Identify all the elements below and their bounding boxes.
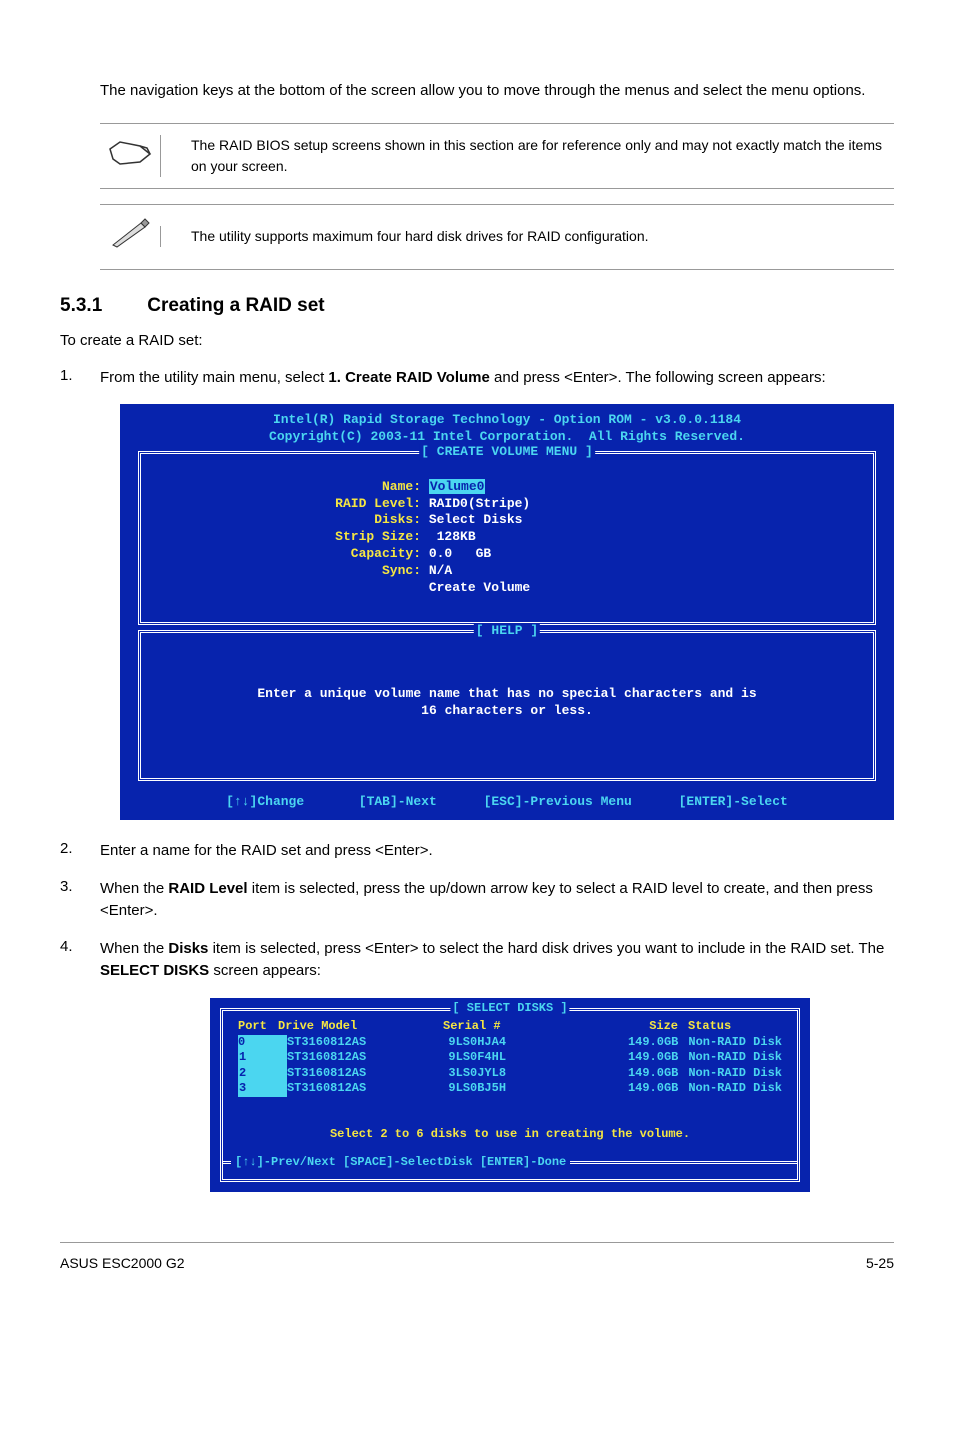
footer-page-number: 5-25: [866, 1255, 894, 1271]
help-box: [ HELP ] Enter a unique volume name that…: [138, 630, 876, 781]
step-number: 4.: [60, 938, 100, 983]
create-volume-menu-box: [ CREATE VOLUME MENU ] Name: Volume0 RAI…: [138, 451, 876, 625]
cell-model: ST3160812AS: [287, 1066, 448, 1082]
cell-size: 149.0GB: [585, 1081, 678, 1097]
step-text: item is selected, press <Enter> to selec…: [208, 940, 884, 957]
cell-port: 2: [238, 1066, 287, 1082]
step-number: 2.: [60, 840, 100, 863]
step-1: 1. From the utility main menu, select 1.…: [60, 367, 894, 390]
hand-icon: [105, 134, 160, 178]
step-bold: SELECT DISKS: [100, 962, 209, 979]
col-status: Status: [678, 1019, 782, 1035]
step-2: 2. Enter a name for the RAID set and pre…: [60, 840, 894, 863]
field-value-strip-size[interactable]: 128KB: [429, 529, 476, 544]
table-row[interactable]: 1ST3160812AS9LS0F4HL149.0GBNon-RAID Disk: [238, 1050, 782, 1066]
box-title: [ SELECT DISKS ]: [450, 1001, 569, 1017]
field-label-sync: Sync:: [156, 563, 421, 580]
step-text: and press <Enter>. The following screen …: [490, 369, 826, 386]
bios-nav-hints: [↑↓]Change [TAB]-Next [ESC]-Previous Men…: [128, 786, 886, 813]
bios-create-volume-screen: Intel(R) Rapid Storage Technology - Opti…: [120, 404, 894, 820]
field-label-disks: Disks:: [156, 512, 421, 529]
col-model: Drive Model: [278, 1019, 443, 1035]
section-title: Creating a RAID set: [147, 295, 324, 317]
cell-serial: 9LS0BJ5H: [448, 1081, 585, 1097]
step-number: 3.: [60, 878, 100, 923]
section-number: 5.3.1: [60, 295, 102, 317]
field-value-disks[interactable]: Select Disks: [429, 512, 523, 527]
cell-size: 149.0GB: [585, 1066, 678, 1082]
note-reference: The RAID BIOS setup screens shown in thi…: [100, 123, 894, 189]
cell-port: 1: [238, 1050, 287, 1066]
col-serial: Serial #: [443, 1019, 583, 1035]
table-row[interactable]: 3ST3160812AS9LS0BJ5H149.0GBNon-RAID Disk: [238, 1081, 782, 1097]
step-text: From the utility main menu, select: [100, 369, 328, 386]
section-heading: 5.3.1 Creating a RAID set: [60, 295, 894, 317]
field-value-raid-level[interactable]: RAID0(Stripe): [429, 496, 530, 511]
cell-status: Non-RAID Disk: [678, 1035, 782, 1051]
step-number: 1.: [60, 367, 100, 390]
field-label-name: Name:: [156, 479, 421, 496]
step-bold: RAID Level: [168, 880, 247, 897]
field-value-capacity[interactable]: 0.0 GB: [429, 546, 491, 561]
step-3: 3. When the RAID Level item is selected,…: [60, 878, 894, 923]
box-title: [ HELP ]: [474, 623, 540, 640]
box-title: [ CREATE VOLUME MENU ]: [419, 444, 595, 461]
field-label-capacity: Capacity:: [156, 546, 421, 563]
cell-port: 0: [238, 1035, 287, 1051]
field-label-raid-level: RAID Level:: [156, 496, 421, 513]
note-text: The RAID BIOS setup screens shown in thi…: [160, 135, 889, 177]
step-bold: Disks: [168, 940, 208, 957]
step-text: screen appears:: [209, 962, 321, 979]
bios-select-disks-screen: [ SELECT DISKS ] PortDrive ModelSerial #…: [210, 998, 810, 1192]
step-text: When the: [100, 880, 168, 897]
intro-paragraph: The navigation keys at the bottom of the…: [100, 80, 894, 103]
col-size: Size: [583, 1019, 678, 1035]
select-hint: Select 2 to 6 disks to use in creating t…: [238, 1097, 782, 1161]
cell-size: 149.0GB: [585, 1035, 678, 1051]
pen-icon: [105, 215, 160, 259]
step-bold: 1. Create RAID Volume: [328, 369, 489, 386]
table-header-row: PortDrive ModelSerial #SizeStatus: [238, 1019, 782, 1035]
step-text: When the: [100, 940, 168, 957]
note-text: The utility supports maximum four hard d…: [160, 226, 649, 247]
field-label-strip-size: Strip Size:: [156, 529, 421, 546]
cell-model: ST3160812AS: [287, 1035, 448, 1051]
cell-port: 3: [238, 1081, 287, 1097]
help-text: Enter a unique volume name that has no s…: [156, 641, 858, 770]
cell-model: ST3160812AS: [287, 1081, 448, 1097]
field-value-sync: N/A: [429, 563, 452, 578]
intro-line: To create a RAID set:: [60, 332, 894, 349]
cell-status: Non-RAID Disk: [678, 1050, 782, 1066]
step-text: Enter a name for the RAID set and press …: [100, 840, 894, 863]
cell-size: 149.0GB: [585, 1050, 678, 1066]
disks-footer: [↑↓]-Prev/Next [SPACE]-SelectDisk [ENTER…: [223, 1161, 797, 1180]
create-volume-action[interactable]: Create Volume: [429, 580, 530, 595]
cell-serial: 3LS0JYL8: [448, 1066, 585, 1082]
page-footer: ASUS ESC2000 G2 5-25: [60, 1242, 894, 1271]
select-disks-box: [ SELECT DISKS ] PortDrive ModelSerial #…: [220, 1008, 800, 1182]
bios-header: Intel(R) Rapid Storage Technology - Opti…: [128, 412, 886, 446]
table-row[interactable]: 2ST3160812AS3LS0JYL8149.0GBNon-RAID Disk: [238, 1066, 782, 1082]
cell-status: Non-RAID Disk: [678, 1066, 782, 1082]
cell-model: ST3160812AS: [287, 1050, 448, 1066]
bios-nav-hints: [↑↓]-Prev/Next [SPACE]-SelectDisk [ENTER…: [231, 1155, 570, 1169]
footer-product: ASUS ESC2000 G2: [60, 1255, 185, 1271]
note-utility: The utility supports maximum four hard d…: [100, 204, 894, 270]
cell-status: Non-RAID Disk: [678, 1081, 782, 1097]
step-4: 4. When the Disks item is selected, pres…: [60, 938, 894, 983]
field-value-name[interactable]: Volume0: [429, 479, 486, 494]
cell-serial: 9LS0F4HL: [448, 1050, 585, 1066]
table-row[interactable]: 0ST3160812AS9LS0HJA4149.0GBNon-RAID Disk: [238, 1035, 782, 1051]
cell-serial: 9LS0HJA4: [448, 1035, 585, 1051]
